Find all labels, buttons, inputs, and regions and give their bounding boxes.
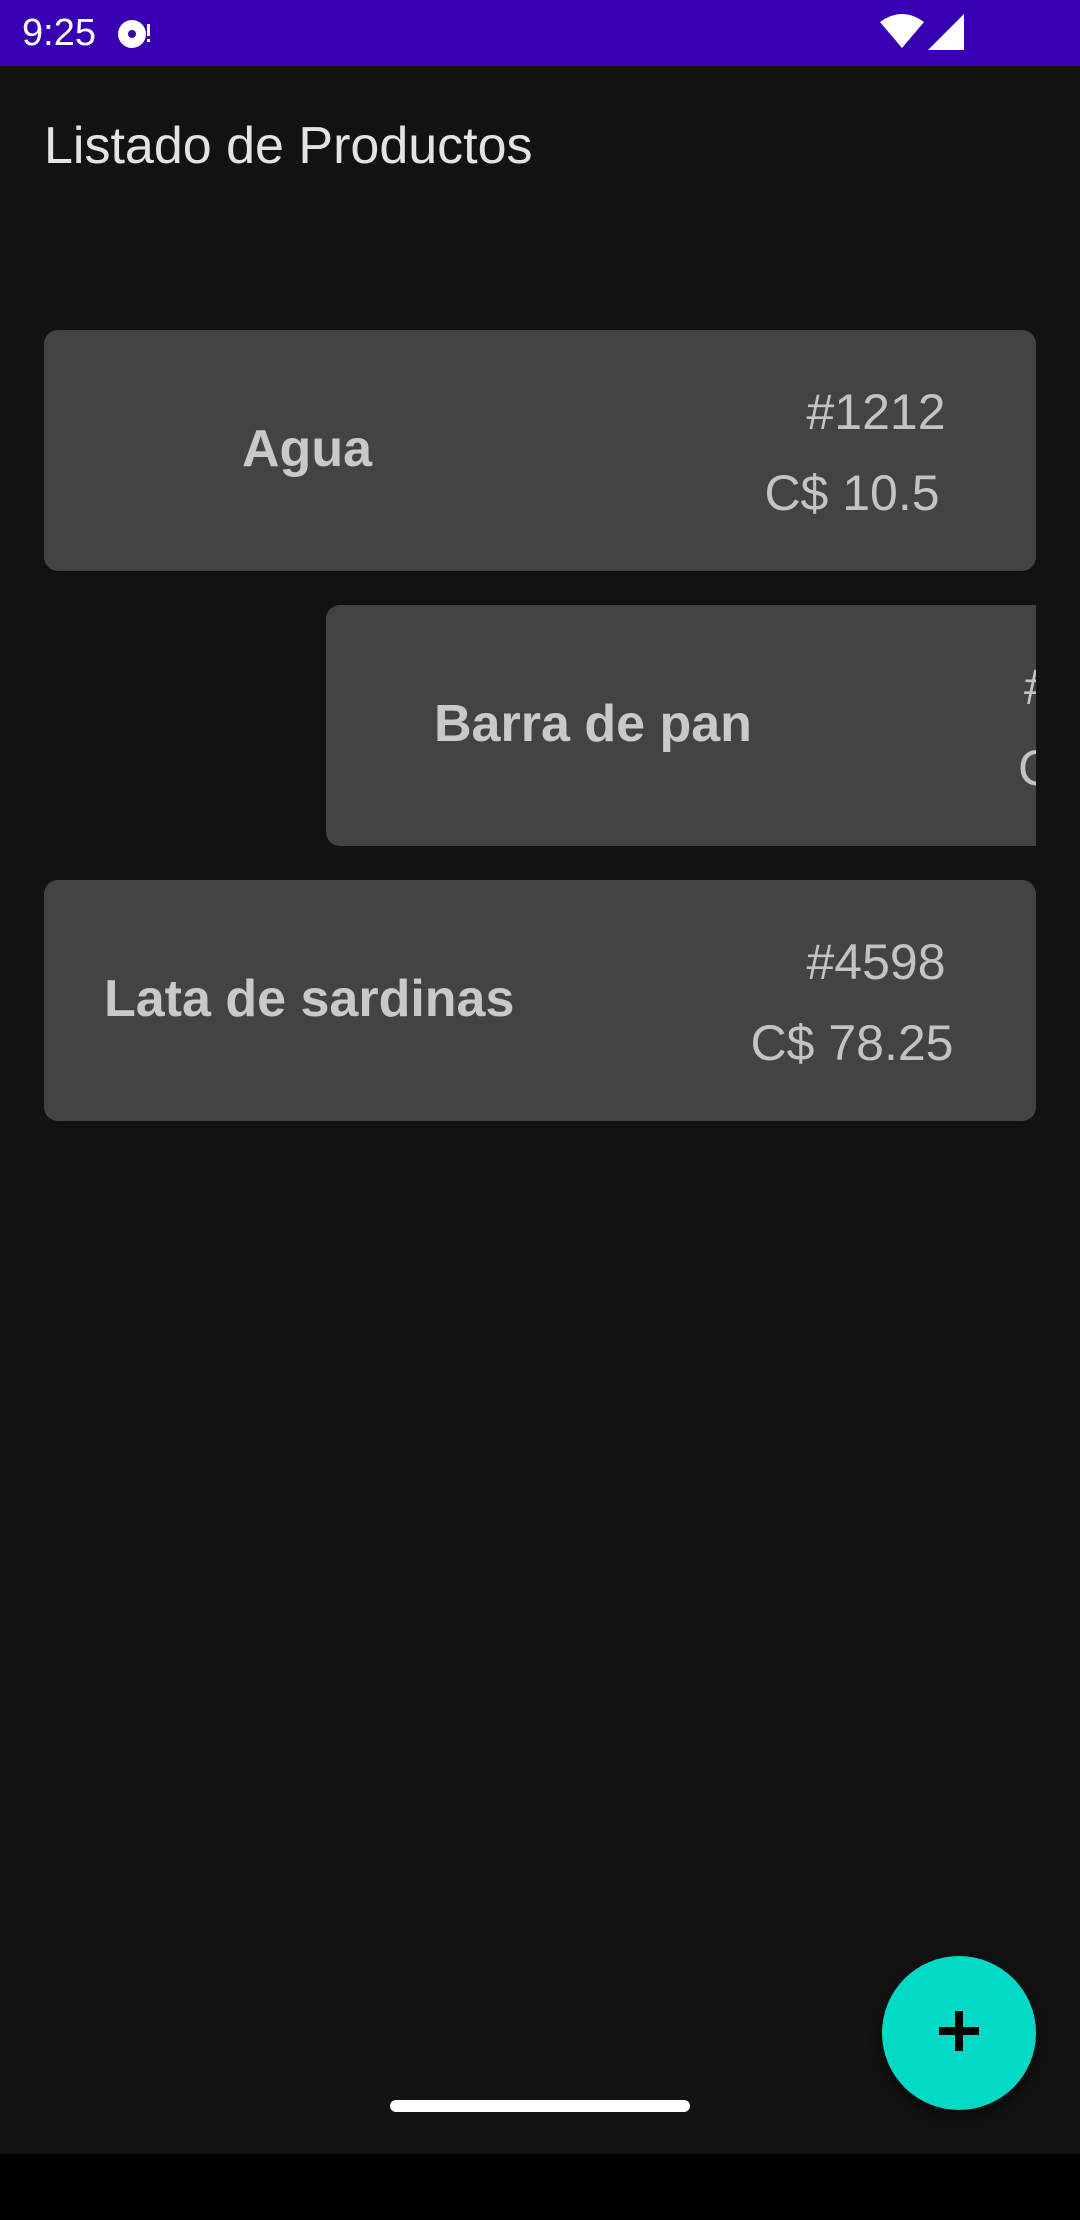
add-product-button[interactable] — [882, 1956, 1036, 2110]
plus-icon — [937, 2009, 981, 2058]
wifi-icon — [880, 14, 924, 50]
status-bar: 9:25 — [0, 0, 1080, 66]
product-number: #1212 — [806, 384, 946, 440]
status-time: 9:25 — [22, 12, 96, 54]
product-number: # — [1024, 657, 1036, 717]
product-name: Agua — [242, 420, 372, 478]
product-price: C$ 78.25 — [750, 1015, 954, 1071]
home-indicator[interactable] — [390, 2100, 690, 2112]
product-price: C — [1018, 738, 1036, 798]
signal-icon — [928, 14, 964, 50]
product-name: Lata de sardinas — [104, 970, 515, 1028]
product-list: Agua #1212 C$ 10.5 Barra de pan # C Lata… — [0, 0, 1036, 2220]
product-card-barra-de-pan[interactable]: Barra de pan # C — [326, 605, 1036, 846]
navigation-bar — [0, 2154, 1080, 2220]
product-number: #4598 — [806, 934, 946, 990]
product-price: C$ 10.5 — [764, 465, 940, 521]
product-card-agua[interactable]: Agua #1212 C$ 10.5 — [44, 330, 1036, 571]
page-title: Listado de Productos — [44, 117, 533, 175]
product-name: Barra de pan — [434, 695, 752, 753]
product-card-lata-de-sardinas[interactable]: Lata de sardinas #4598 C$ 78.25 — [44, 880, 1036, 1121]
media-notification-icon — [114, 14, 154, 54]
